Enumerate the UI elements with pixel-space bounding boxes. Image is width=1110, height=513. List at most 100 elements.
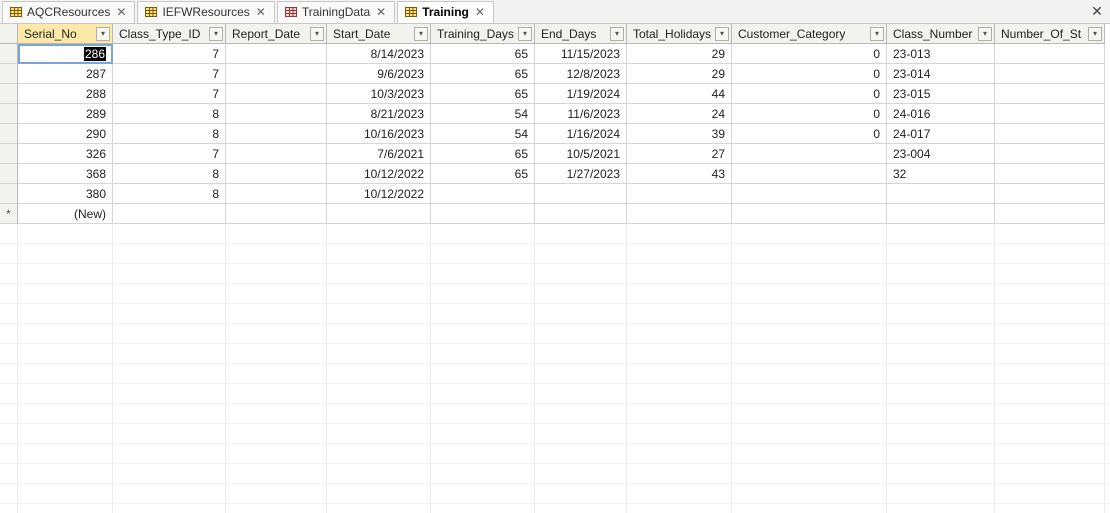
chevron-down-icon[interactable]: ▾ <box>1088 27 1102 41</box>
cell[interactable]: 8/21/2023 <box>327 104 431 124</box>
cell[interactable]: 65 <box>431 84 535 104</box>
cell[interactable]: 8 <box>113 124 226 144</box>
cell[interactable]: 7 <box>113 44 226 64</box>
cell-new[interactable] <box>732 204 887 224</box>
cell[interactable]: 24-017 <box>887 124 995 144</box>
cell[interactable]: 288 <box>18 84 113 104</box>
row-selector[interactable] <box>0 144 18 164</box>
cell[interactable]: 23-015 <box>887 84 995 104</box>
cell[interactable]: 9/6/2023 <box>327 64 431 84</box>
column-header-number_of_st[interactable]: Number_Of_St▾ <box>995 24 1105 44</box>
cell[interactable]: 65 <box>431 164 535 184</box>
chevron-down-icon[interactable]: ▾ <box>978 27 992 41</box>
tab-training[interactable]: Training✕ <box>397 1 494 23</box>
close-icon[interactable]: ✕ <box>114 5 128 19</box>
cell[interactable]: 10/12/2022 <box>327 164 431 184</box>
cell[interactable]: 29 <box>627 64 732 84</box>
cell[interactable]: 286 <box>18 44 113 64</box>
cell[interactable]: 32 <box>887 164 995 184</box>
column-header-class_number[interactable]: Class_Number▾ <box>887 24 995 44</box>
close-icon[interactable]: ✕ <box>254 5 268 19</box>
cell[interactable]: 0 <box>732 104 887 124</box>
cell[interactable] <box>732 184 887 204</box>
cell[interactable]: 7 <box>113 144 226 164</box>
cell[interactable]: 1/27/2023 <box>535 164 627 184</box>
column-header-training_days[interactable]: Training_Days▾ <box>431 24 535 44</box>
cell[interactable]: 23-013 <box>887 44 995 64</box>
cell-new[interactable] <box>113 204 226 224</box>
column-header-end_days[interactable]: End_Days▾ <box>535 24 627 44</box>
cell[interactable]: 368 <box>18 164 113 184</box>
cell[interactable]: 8/14/2023 <box>327 44 431 64</box>
row-selector[interactable] <box>0 64 18 84</box>
cell[interactable]: 0 <box>732 124 887 144</box>
tab-trainingdata[interactable]: TrainingData✕ <box>277 1 395 23</box>
close-panel-button[interactable]: ✕ <box>1088 2 1106 20</box>
cell-new[interactable] <box>535 204 627 224</box>
cell[interactable] <box>732 164 887 184</box>
close-icon[interactable]: ✕ <box>374 5 388 19</box>
column-header-report_date[interactable]: Report_Date▾ <box>226 24 327 44</box>
cell[interactable] <box>226 164 327 184</box>
cell[interactable]: 12/8/2023 <box>535 64 627 84</box>
cell[interactable] <box>226 124 327 144</box>
chevron-down-icon[interactable]: ▾ <box>870 27 884 41</box>
cell[interactable]: 7/6/2021 <box>327 144 431 164</box>
cell[interactable]: 10/5/2021 <box>535 144 627 164</box>
cell[interactable]: 287 <box>18 64 113 84</box>
cell-new[interactable] <box>995 204 1105 224</box>
row-selector[interactable] <box>0 184 18 204</box>
cell[interactable] <box>995 44 1105 64</box>
cell[interactable]: 7 <box>113 64 226 84</box>
cell[interactable]: 44 <box>627 84 732 104</box>
chevron-down-icon[interactable]: ▾ <box>414 27 428 41</box>
cell[interactable]: 10/12/2022 <box>327 184 431 204</box>
cell[interactable] <box>226 184 327 204</box>
cell[interactable] <box>627 184 732 204</box>
column-header-start_date[interactable]: Start_Date▾ <box>327 24 431 44</box>
cell[interactable] <box>887 184 995 204</box>
chevron-down-icon[interactable]: ▾ <box>610 27 624 41</box>
cell[interactable]: 289 <box>18 104 113 124</box>
cell[interactable]: 8 <box>113 164 226 184</box>
cell[interactable] <box>995 164 1105 184</box>
cell[interactable] <box>995 64 1105 84</box>
cell-new[interactable] <box>627 204 732 224</box>
cell[interactable]: 65 <box>431 144 535 164</box>
cell[interactable]: 0 <box>732 44 887 64</box>
cell[interactable] <box>995 144 1105 164</box>
select-all-corner[interactable] <box>0 24 18 44</box>
cell[interactable]: 39 <box>627 124 732 144</box>
cell[interactable] <box>995 184 1105 204</box>
chevron-down-icon[interactable]: ▾ <box>209 27 223 41</box>
row-selector[interactable] <box>0 124 18 144</box>
cell[interactable]: 27 <box>627 144 732 164</box>
chevron-down-icon[interactable]: ▾ <box>310 27 324 41</box>
cell[interactable]: 290 <box>18 124 113 144</box>
cell[interactable]: 29 <box>627 44 732 64</box>
cell[interactable]: 23-004 <box>887 144 995 164</box>
chevron-down-icon[interactable]: ▾ <box>715 27 729 41</box>
cell[interactable] <box>732 144 887 164</box>
cell-new[interactable] <box>431 204 535 224</box>
cell[interactable]: 380 <box>18 184 113 204</box>
cell-new[interactable] <box>226 204 327 224</box>
tab-aqcresources[interactable]: AQCResources✕ <box>2 1 135 23</box>
cell[interactable]: 65 <box>431 64 535 84</box>
cell-new[interactable]: (New) <box>18 204 113 224</box>
cell[interactable]: 54 <box>431 124 535 144</box>
column-header-class_type_id[interactable]: Class_Type_ID▾ <box>113 24 226 44</box>
cell[interactable]: 54 <box>431 104 535 124</box>
row-selector[interactable] <box>0 84 18 104</box>
cell[interactable]: 11/15/2023 <box>535 44 627 64</box>
close-icon[interactable]: ✕ <box>473 5 487 19</box>
chevron-down-icon[interactable]: ▾ <box>518 27 532 41</box>
cell[interactable] <box>226 104 327 124</box>
cell[interactable] <box>226 84 327 104</box>
cell[interactable]: 1/19/2024 <box>535 84 627 104</box>
cell[interactable]: 10/16/2023 <box>327 124 431 144</box>
cell[interactable] <box>226 144 327 164</box>
cell[interactable]: 1/16/2024 <box>535 124 627 144</box>
tab-iefwresources[interactable]: IEFWResources✕ <box>137 1 274 23</box>
cell[interactable]: 10/3/2023 <box>327 84 431 104</box>
